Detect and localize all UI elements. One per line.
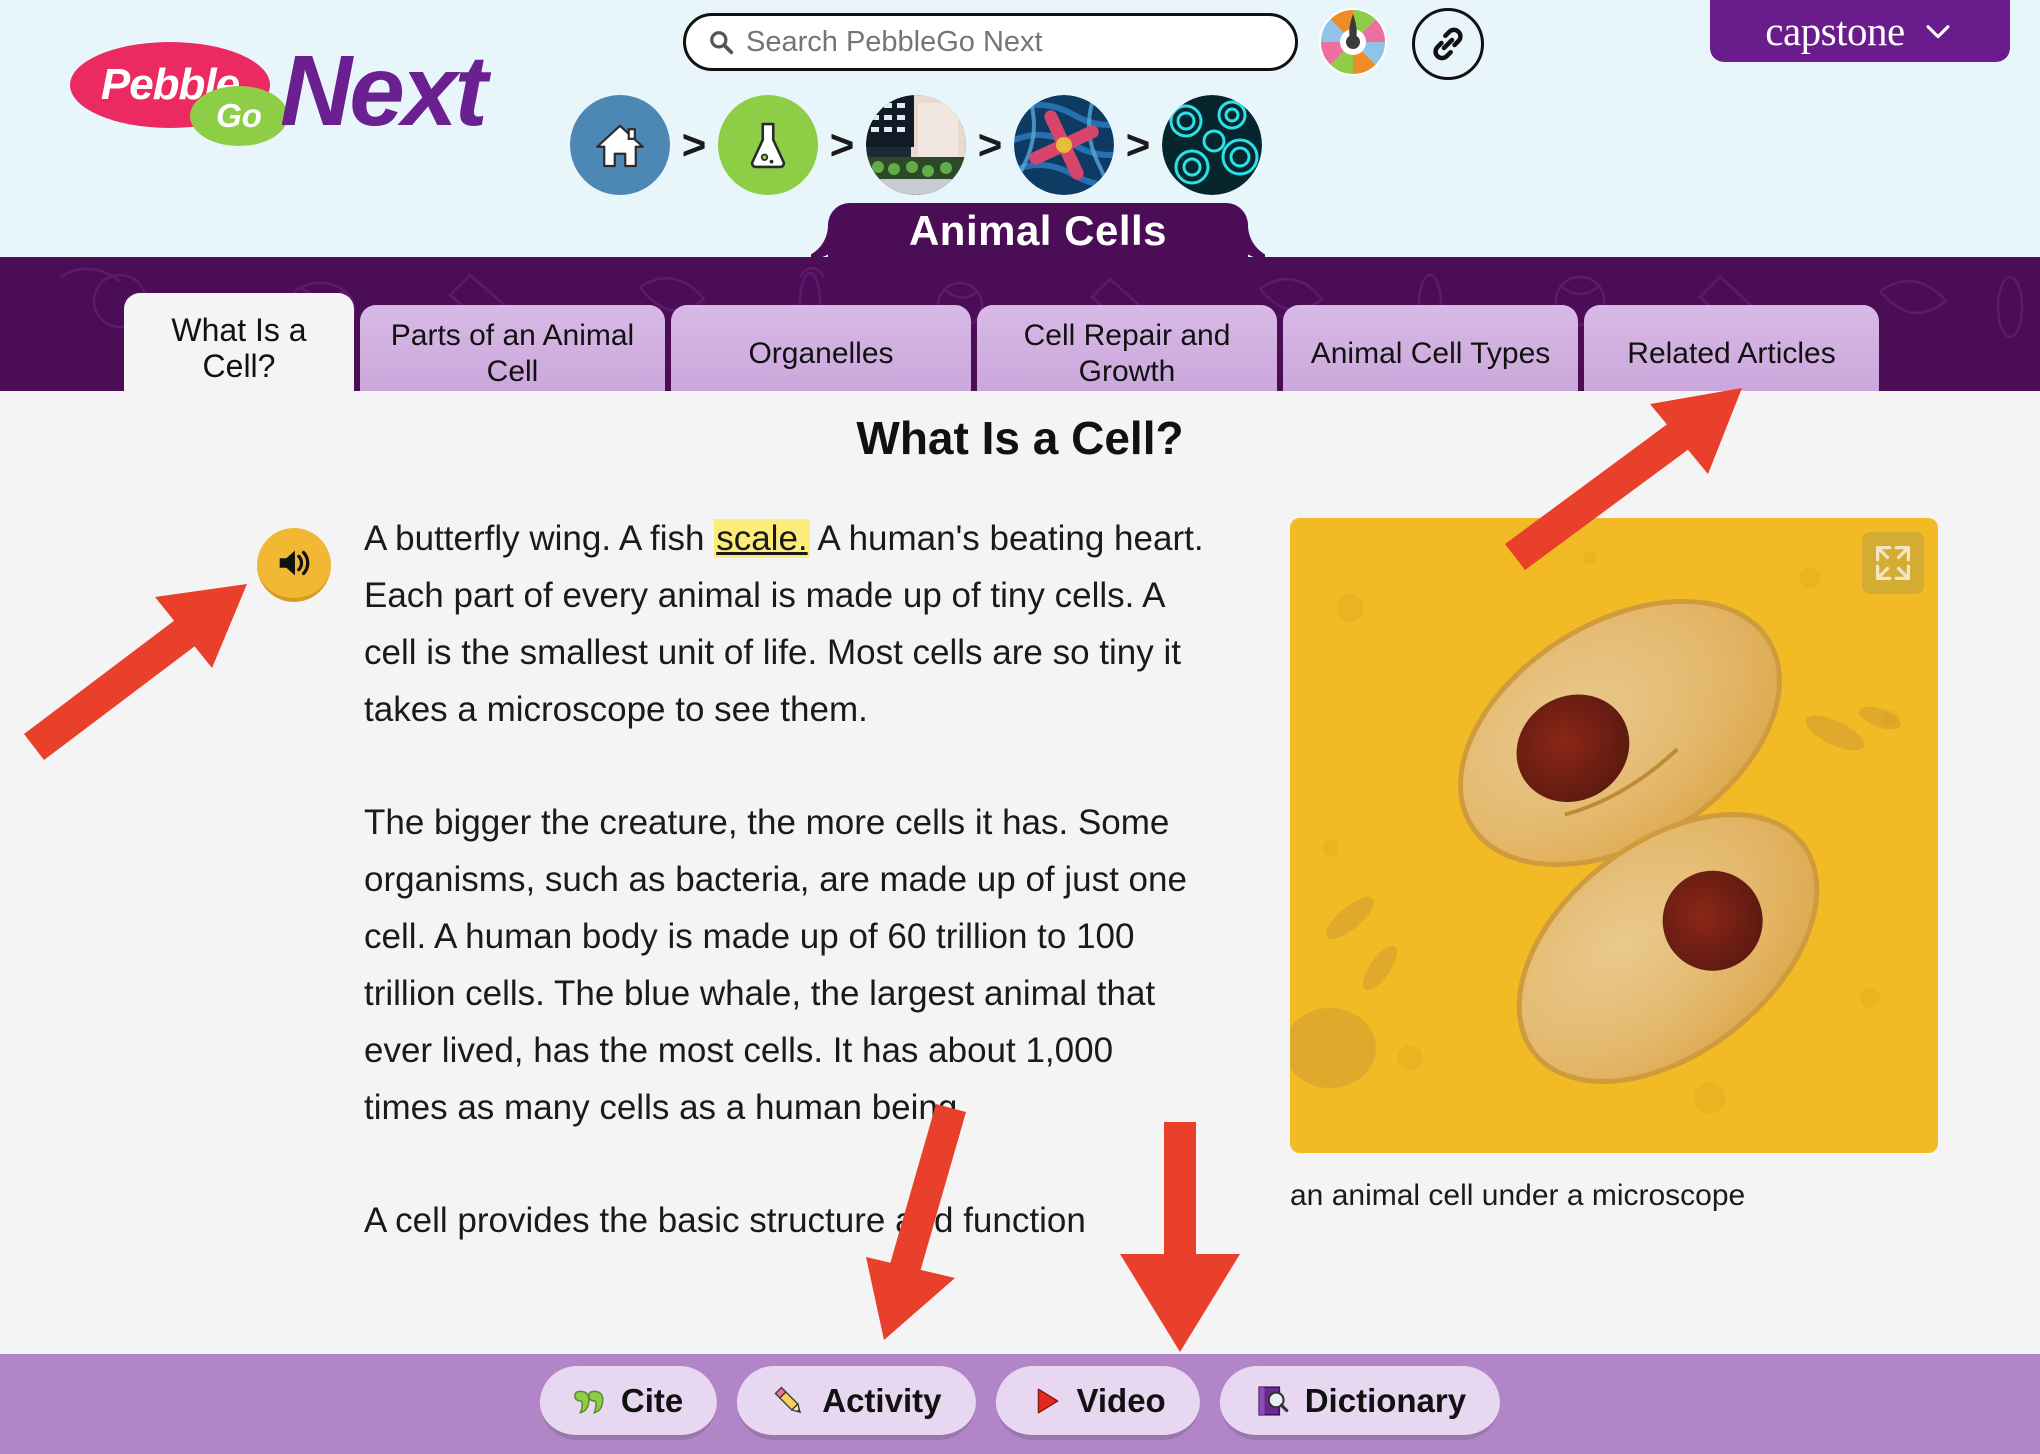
video-button[interactable]: Video: [995, 1366, 1200, 1440]
flask-icon: [750, 122, 786, 169]
search-input[interactable]: [746, 25, 1273, 59]
breadcrumb: > > > >: [570, 95, 1262, 195]
tab-parts-of-an-animal-cell[interactable]: Parts of an Animal Cell: [360, 305, 665, 391]
paragraph-text: A cell provides the basic structure and …: [364, 1201, 1086, 1240]
pebblego-next-logo[interactable]: Pebble Go Next: [62, 30, 542, 147]
video-label: Video: [1076, 1381, 1166, 1419]
bottom-toolbar: Cite Activity Video Dictionary: [0, 1354, 2040, 1454]
chevron-down-icon: [1926, 25, 1950, 39]
logo-next-text: Next: [280, 35, 488, 147]
spinner-wheel-button[interactable]: [1319, 8, 1387, 76]
logo-go-shape: Go: [190, 86, 288, 146]
tab-animal-cell-types[interactable]: Animal Cell Types: [1283, 305, 1578, 391]
article-body: A butterfly wing. A fish scale. A human'…: [364, 510, 1204, 1305]
dictionary-button[interactable]: Dictionary: [1219, 1366, 1501, 1440]
cite-label: Cite: [620, 1381, 684, 1419]
tab-bar: What Is a Cell? Parts of an Animal Cell …: [0, 257, 2040, 391]
tab-cell-repair-and-growth[interactable]: Cell Repair and Growth: [977, 305, 1277, 391]
quote-icon: [574, 1390, 604, 1414]
expand-icon: [1875, 545, 1911, 581]
paragraph-1: A butterfly wing. A fish scale. A human'…: [364, 510, 1204, 738]
link-icon: [1433, 27, 1463, 61]
toolbar-button-group: Cite Activity Video Dictionary: [539, 1366, 1501, 1440]
breadcrumb-item-science[interactable]: [718, 95, 818, 195]
breadcrumb-item-life-science[interactable]: [866, 95, 966, 195]
spinner-wheel-icon: [1321, 10, 1385, 74]
activity-label: Activity: [822, 1381, 942, 1419]
page-title-tab: Animal Cells: [828, 203, 1248, 259]
dictionary-label: Dictionary: [1304, 1381, 1467, 1419]
microscope-cell-image[interactable]: [1290, 518, 1938, 1153]
figure-caption: an animal cell under a microscope: [1290, 1179, 1746, 1212]
pencil-icon: [774, 1386, 802, 1413]
capstone-account-button[interactable]: capstone: [1710, 0, 2010, 62]
breadcrumb-separator-3: >: [977, 121, 1003, 168]
tab-label: Related Articles: [1627, 337, 1836, 370]
breadcrumb-item-home[interactable]: [570, 95, 670, 195]
paragraph-2: The bigger the creature, the more cells …: [364, 794, 1204, 1136]
breadcrumb-separator-4: >: [1125, 121, 1151, 168]
tab-label: What Is a Cell?: [171, 312, 307, 384]
breadcrumb-item-animal-cells[interactable]: [1162, 95, 1262, 195]
dictionary-icon: [1258, 1385, 1289, 1416]
paragraph-text: The bigger the creature, the more cells …: [364, 803, 1187, 1127]
tab-label: Organelles: [748, 337, 894, 370]
tab-label: Animal Cell Types: [1310, 337, 1551, 370]
logo-go-text: Go: [216, 97, 262, 134]
tab-list: What Is a Cell? Parts of an Animal Cell …: [124, 293, 1879, 391]
paragraph-text: A butterfly wing. A fish: [364, 519, 715, 558]
breadcrumb-item-cells[interactable]: [1014, 95, 1114, 195]
play-icon: [1037, 1388, 1058, 1413]
speaker-icon: [279, 550, 310, 576]
page-title: Animal Cells: [908, 207, 1168, 254]
home-icon: [596, 124, 644, 168]
pebblego-next-page: Pebble Go Next Search PebbleGo Next caps…: [0, 0, 2040, 1454]
tab-label: Parts of an Animal Cell: [390, 319, 635, 388]
paragraph-3: A cell provides the basic structure and …: [364, 1192, 1204, 1249]
cite-button[interactable]: Cite: [539, 1366, 718, 1440]
capstone-label: capstone: [1765, 8, 1905, 54]
tab-label: Cell Repair and Growth: [1023, 319, 1231, 388]
chromosome-photo-icon: [1014, 95, 1114, 195]
share-link-button[interactable]: [1412, 8, 1484, 80]
tab-what-is-a-cell[interactable]: What Is a Cell?: [124, 293, 354, 391]
search-box[interactable]: [683, 13, 1298, 71]
expand-image-button[interactable]: [1862, 532, 1924, 594]
activity-button[interactable]: Activity: [737, 1366, 976, 1440]
lab-photo-icon: [866, 95, 966, 195]
search-icon: [710, 31, 734, 55]
glossary-term-scale[interactable]: scale.: [714, 519, 810, 558]
tab-organelles[interactable]: Organelles: [671, 305, 971, 391]
breadcrumb-separator-1: >: [681, 121, 707, 168]
article-figure: an animal cell under a microscope: [1290, 518, 1938, 1213]
cells-photo-icon: [1162, 95, 1262, 195]
tab-related-articles[interactable]: Related Articles: [1584, 305, 1879, 391]
audio-play-button[interactable]: [257, 528, 331, 602]
cell-photo: [1290, 518, 1938, 1153]
article-heading: What Is a Cell?: [856, 412, 1184, 464]
breadcrumb-separator-2: >: [829, 121, 855, 168]
